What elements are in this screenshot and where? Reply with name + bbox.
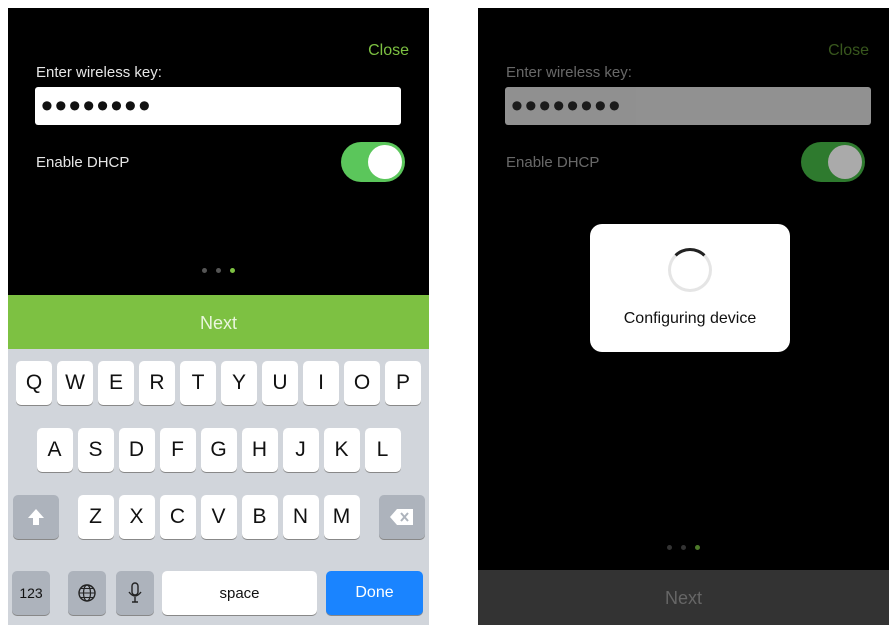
page-dot-active — [695, 545, 700, 550]
close-button[interactable]: Close — [828, 42, 869, 60]
key-a[interactable]: A — [36, 428, 73, 472]
mic-key[interactable] — [116, 571, 154, 615]
dhcp-label: Enable DHCP — [36, 154, 130, 171]
wireless-key-field[interactable]: •••••••• — [35, 87, 401, 125]
wireless-key-label: Enter wireless key: — [506, 64, 632, 81]
key-r[interactable]: R — [139, 361, 175, 405]
onscreen-keyboard: Q W E R T Y U I O P A S D F G H J K L Z … — [8, 349, 429, 625]
key-f[interactable]: F — [159, 428, 196, 472]
keyboard-row-3: Z X C V B N M — [8, 495, 429, 539]
dhcp-toggle[interactable] — [341, 142, 405, 182]
key-l[interactable]: L — [364, 428, 401, 472]
globe-key[interactable] — [68, 571, 106, 615]
key-b[interactable]: B — [241, 495, 278, 539]
delete-key[interactable] — [378, 495, 425, 539]
keyboard-row-1: Q W E R T Y U I O P — [8, 361, 429, 405]
progress-dialog: Configuring device — [590, 224, 790, 352]
key-z[interactable]: Z — [77, 495, 114, 539]
globe-icon — [78, 584, 96, 602]
key-o[interactable]: O — [344, 361, 380, 405]
dhcp-toggle[interactable] — [801, 142, 865, 182]
page-dot — [216, 268, 221, 273]
numbers-key[interactable]: 123 — [12, 571, 50, 615]
done-key[interactable]: Done — [326, 571, 423, 615]
next-button[interactable]: Next — [8, 295, 429, 351]
close-button[interactable]: Close — [368, 42, 409, 60]
key-x[interactable]: X — [118, 495, 155, 539]
page-indicator — [478, 545, 889, 550]
key-n[interactable]: N — [282, 495, 319, 539]
wireless-setup-screen: Close Enter wireless key: •••••••• Enabl… — [8, 8, 429, 625]
page-dot — [202, 268, 207, 273]
progress-message: Configuring device — [623, 310, 757, 327]
toggle-knob — [368, 145, 402, 179]
delete-icon — [389, 509, 413, 525]
key-u[interactable]: U — [262, 361, 298, 405]
wireless-key-field[interactable]: •••••••• — [505, 87, 871, 125]
page-dot — [681, 545, 686, 550]
configuring-screen: Close Enter wireless key: •••••••• Enabl… — [478, 8, 889, 625]
dhcp-label: Enable DHCP — [506, 154, 600, 171]
key-j[interactable]: J — [282, 428, 319, 472]
key-w[interactable]: W — [57, 361, 93, 405]
key-m[interactable]: M — [323, 495, 360, 539]
page-dot-active — [230, 268, 235, 273]
page-dot — [667, 545, 672, 550]
key-h[interactable]: H — [241, 428, 278, 472]
key-g[interactable]: G — [200, 428, 237, 472]
next-button[interactable]: Next — [478, 570, 889, 625]
space-key[interactable]: space — [162, 571, 317, 615]
wireless-key-label: Enter wireless key: — [36, 64, 162, 81]
masked-key-text: •••••••• — [41, 87, 153, 125]
keyboard-row-2: A S D F G H J K L — [8, 428, 429, 472]
key-q[interactable]: Q — [16, 361, 52, 405]
key-e[interactable]: E — [98, 361, 134, 405]
page-indicator — [8, 268, 429, 273]
key-k[interactable]: K — [323, 428, 360, 472]
shift-key[interactable] — [12, 495, 59, 539]
key-v[interactable]: V — [200, 495, 237, 539]
key-s[interactable]: S — [77, 428, 114, 472]
key-d[interactable]: D — [118, 428, 155, 472]
key-c[interactable]: C — [159, 495, 196, 539]
masked-key-text: •••••••• — [511, 87, 623, 125]
key-y[interactable]: Y — [221, 361, 257, 405]
key-p[interactable]: P — [385, 361, 421, 405]
shift-icon — [27, 509, 44, 525]
toggle-knob — [828, 145, 862, 179]
key-i[interactable]: I — [303, 361, 339, 405]
mic-icon — [128, 582, 142, 603]
key-t[interactable]: T — [180, 361, 216, 405]
loading-spinner-icon — [668, 248, 712, 292]
